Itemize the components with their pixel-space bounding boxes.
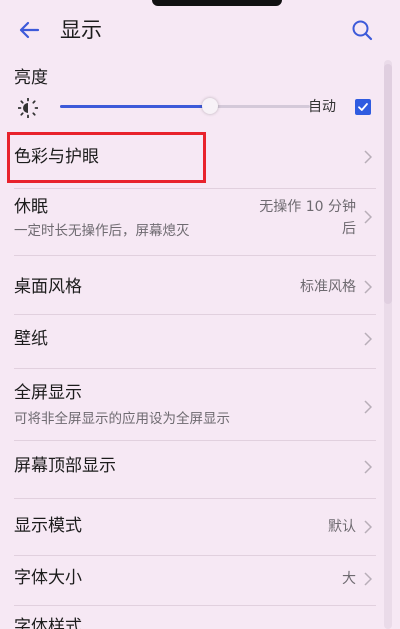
- settings-row-subtitle: 一定时长无操作后，屏幕熄灭: [14, 223, 190, 239]
- brightness-slider-thumb[interactable]: [202, 98, 218, 114]
- search-button[interactable]: [348, 16, 376, 44]
- divider: [14, 314, 376, 315]
- settings-row-label: 休眠: [14, 197, 48, 217]
- sun-icon: [18, 98, 38, 118]
- settings-row-value: 标准风格: [300, 279, 356, 295]
- chevron-right-icon: [362, 571, 374, 587]
- settings-row-value: 后: [342, 221, 356, 237]
- chevron-right-icon: [362, 209, 374, 225]
- settings-row-subtitle: 可将非全屏显示的应用设为全屏显示: [14, 411, 230, 427]
- settings-row-desktop-style[interactable]: 桌面风格 标准风格: [0, 262, 384, 310]
- divider: [14, 440, 376, 441]
- divider: [14, 605, 376, 606]
- brightness-label: 亮度: [14, 68, 48, 88]
- settings-row-label: 显示模式: [14, 516, 82, 536]
- chevron-right-icon: [362, 459, 374, 475]
- chevron-right-icon: [362, 519, 374, 535]
- top-app-bar: 显示: [0, 0, 400, 60]
- settings-row-fullscreen[interactable]: 全屏显示 可将非全屏显示的应用设为全屏显示: [0, 372, 384, 436]
- settings-row-sleep[interactable]: 休眠 一定时长无操作后，屏幕熄灭 无操作 10 分钟 后: [0, 190, 384, 252]
- settings-row-label: 屏幕顶部显示: [14, 456, 116, 476]
- settings-row-value: 无操作 10 分钟: [259, 199, 356, 215]
- auto-brightness-label: 自动: [308, 99, 336, 115]
- settings-row-label: 字体样式: [14, 617, 82, 629]
- divider: [14, 188, 376, 189]
- settings-row-value: 大: [342, 571, 356, 587]
- chevron-right-icon: [362, 279, 374, 295]
- brightness-slider-fill: [60, 105, 210, 108]
- settings-row-font-size[interactable]: 字体大小 大: [0, 557, 384, 605]
- back-button[interactable]: [14, 16, 44, 44]
- chevron-right-icon: [362, 399, 374, 415]
- settings-row-display-mode[interactable]: 显示模式 默认: [0, 504, 384, 552]
- divider: [14, 498, 376, 499]
- highlight-box: [7, 132, 206, 183]
- page-title: 显示: [60, 18, 102, 42]
- divider: [14, 255, 376, 256]
- settings-row-label: 壁纸: [14, 329, 48, 349]
- settings-row-label: 桌面风格: [14, 277, 82, 297]
- settings-row-label: 字体大小: [14, 568, 82, 588]
- settings-row-font-style[interactable]: 字体样式: [0, 608, 384, 629]
- divider: [14, 555, 376, 556]
- checkmark-icon: [358, 103, 368, 111]
- settings-row-value: 默认: [328, 519, 356, 535]
- back-arrow-icon: [19, 21, 40, 39]
- scrollbar-thumb[interactable]: [384, 64, 392, 304]
- divider: [14, 368, 376, 369]
- chevron-right-icon: [362, 149, 374, 165]
- settings-row-wallpaper[interactable]: 壁纸: [0, 316, 384, 364]
- search-icon: [352, 20, 373, 41]
- auto-brightness-checkbox[interactable]: [355, 99, 371, 115]
- settings-row-top-display[interactable]: 屏幕顶部显示: [0, 444, 384, 492]
- settings-row-label: 全屏显示: [14, 383, 82, 403]
- chevron-right-icon: [362, 331, 374, 347]
